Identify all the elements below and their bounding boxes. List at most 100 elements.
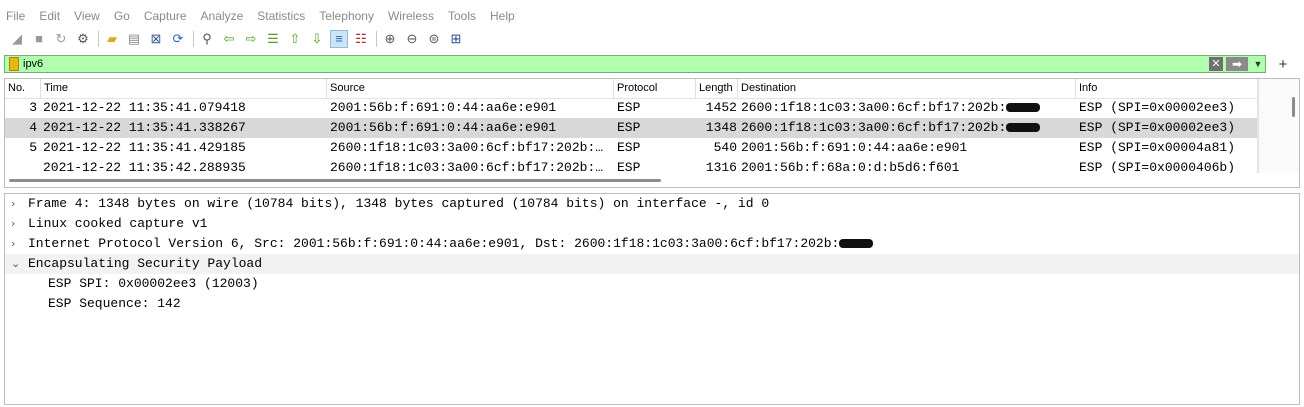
packet-details-pane: › Frame 4: 1348 bytes on wire (10784 bits… [4,193,1300,405]
chevron-down-icon[interactable]: ▼ [1251,59,1265,69]
detail-text: ESP Sequence: 142 [48,294,181,314]
menu-analyze[interactable]: Analyze [201,9,244,23]
column-header-info[interactable]: Info [1076,79,1257,98]
cell-destination: 2600:1f18:1c03:3a00:6cf:bf17:202b: [741,98,1075,118]
cell-length-text: 1452 [705,100,737,115]
close-file-icon[interactable]: ⊠ [147,30,165,48]
table-row[interactable]: 3 2021-12-22 11:35:41.079418 2001:56b:f:69… [5,98,1257,118]
menu-help[interactable]: Help [490,9,515,23]
colorize-icon[interactable]: ☷ [352,30,370,48]
menu-capture[interactable]: Capture [144,9,187,23]
detail-tree-item[interactable]: › Linux cooked capture v1 [5,214,1299,234]
zoom-in-icon[interactable]: ⊕ [381,30,399,48]
detail-tree-item[interactable]: ESP Sequence: 142 [5,294,1299,314]
cell-time-text: 2021-12-22 11:35:42.288935 [43,160,246,173]
go-to-packet-icon[interactable]: ☰ [264,30,282,48]
save-file-icon[interactable]: ▤ [125,30,143,48]
main-toolbar: ◢ ■ ↻ ⚙ ▰ ▤ ⊠ ⟳ ⚲ ⇦ ⇨ ☰ ⇧ ⇩ ≡ ☷ ⊕ ⊖ ⊜ ⊞ [0,28,1304,50]
table-row[interactable]: 5 2021-12-22 11:35:41.429185 2600:1f18:1c0… [5,138,1257,158]
cell-time-text: 2021-12-22 11:35:41.338267 [43,120,246,135]
cell-time: 2021-12-22 11:35:41.079418 [43,98,325,118]
go-back-icon[interactable]: ⇦ [220,30,238,48]
apply-filter-icon[interactable]: ➡ [1226,57,1248,71]
first-packet-icon[interactable]: ⇧ [286,30,304,48]
packet-list-rows: 3 2021-12-22 11:35:41.079418 2001:56b:f:69… [5,98,1257,173]
detail-tree-item[interactable]: ⌄ Encapsulating Security Payload [5,254,1299,274]
cell-length-text: 1348 [705,120,737,135]
resize-columns-icon[interactable]: ⊞ [447,30,465,48]
go-forward-icon[interactable]: ⇨ [242,30,260,48]
table-row[interactable]: 4 2021-12-22 11:35:41.338267 2001:56b:f:69… [5,118,1257,138]
table-row[interactable]: 2021-12-22 11:35:42.288935 2600:1f18:1c03… [5,158,1257,173]
cell-time-text: 2021-12-22 11:35:41.079418 [43,100,246,115]
cell-no [5,158,37,173]
chevron-right-icon[interactable]: › [11,214,23,234]
column-header-no[interactable]: No. [5,79,41,98]
vertical-scrollbar[interactable] [1257,79,1299,173]
cell-no: 5 [5,138,37,158]
cell-info-text: ESP (SPI=0x0000406b) [1079,160,1236,173]
cell-length: 1452 [695,98,737,118]
clear-filter-icon[interactable]: ✕ [1209,57,1223,71]
zoom-out-icon[interactable]: ⊖ [403,30,421,48]
menu-view[interactable]: View [74,9,100,23]
display-filter-input[interactable] [23,56,1209,72]
cell-destination-text: 2600:1f18:1c03:3a00:6cf:bf17:202b: [741,120,1007,135]
menu-go[interactable]: Go [114,9,130,23]
cell-source-text: 2600:1f18:1c03:3a00:6cf:bf17:202b:… [330,140,604,155]
last-packet-icon[interactable]: ⇩ [308,30,326,48]
menu-telephony[interactable]: Telephony [319,9,374,23]
zoom-reset-icon[interactable]: ⊜ [425,30,443,48]
stop-capture-icon[interactable]: ■ [30,30,48,48]
open-file-icon[interactable]: ▰ [103,30,121,48]
cell-destination: 2001:56b:f:68a:0:d:b5d6:f601 [741,158,1075,173]
menu-edit[interactable]: Edit [39,9,60,23]
cell-destination: 2600:1f18:1c03:3a00:6cf:bf17:202b: [741,118,1075,138]
display-filter-field: ✕ ➡ ▼ [4,55,1266,73]
start-capture-icon[interactable]: ◢ [8,30,26,48]
cell-source: 2001:56b:f:691:0:44:aa6e:e901 [330,118,613,138]
detail-tree-item[interactable]: › Frame 4: 1348 bytes on wire (10784 bits… [5,194,1299,214]
restart-capture-icon[interactable]: ↻ [52,30,70,48]
column-header-length[interactable]: Length [696,79,738,98]
chevron-right-icon[interactable]: › [11,194,23,214]
menu-bar: File Edit View Go Capture Analyze Statis… [0,6,1304,26]
find-packet-icon[interactable]: ⚲ [198,30,216,48]
detail-tree-item[interactable]: ESP SPI: 0x00002ee3 (12003) [5,274,1299,294]
menu-wireless[interactable]: Wireless [388,9,434,23]
cell-source: 2001:56b:f:691:0:44:aa6e:e901 [330,98,613,118]
column-header-source[interactable]: Source [327,79,614,98]
chevron-down-icon[interactable]: ⌄ [11,254,23,274]
cell-destination-text: 2600:1f18:1c03:3a00:6cf:bf17:202b: [741,100,1007,115]
horizontal-scrollbar[interactable] [5,176,1257,186]
redaction-mark [839,239,874,249]
toolbar-separator [193,31,194,47]
cell-time: 2021-12-22 11:35:42.288935 [43,158,325,173]
menu-file[interactable]: File [6,9,25,23]
cell-no-text: 5 [29,140,37,155]
cell-source: 2600:1f18:1c03:3a00:6cf:bf17:202b:… [330,138,613,158]
cell-destination-text: 2001:56b:f:691:0:44:aa6e:e901 [741,140,968,155]
horizontal-scroll-thumb[interactable] [9,179,661,182]
reload-file-icon[interactable]: ⟳ [169,30,187,48]
column-header-time[interactable]: Time [41,79,327,98]
chevron-right-icon[interactable]: › [11,234,23,254]
column-header-destination[interactable]: Destination [738,79,1076,98]
bookmark-icon[interactable] [9,57,19,71]
cell-length: 1316 [695,158,737,173]
cell-protocol-text: ESP [617,100,641,115]
cell-time: 2021-12-22 11:35:41.338267 [43,118,325,138]
menu-statistics[interactable]: Statistics [257,9,305,23]
cell-source: 2600:1f18:1c03:3a00:6cf:bf17:202b:… [330,158,613,173]
capture-options-icon[interactable]: ⚙ [74,30,92,48]
vertical-scroll-thumb[interactable] [1292,97,1295,117]
cell-protocol: ESP [617,118,695,138]
add-filter-button-icon[interactable]: + [1274,56,1292,73]
cell-protocol: ESP [617,158,695,173]
cell-info: ESP (SPI=0x0000406b) [1079,158,1257,173]
column-header-protocol[interactable]: Protocol [614,79,696,98]
autoscroll-icon[interactable]: ≡ [330,30,348,48]
cell-no: 4 [5,118,37,138]
menu-tools[interactable]: Tools [448,9,476,23]
detail-tree-item[interactable]: › Internet Protocol Version 6, Src: 2001:… [5,234,1299,254]
